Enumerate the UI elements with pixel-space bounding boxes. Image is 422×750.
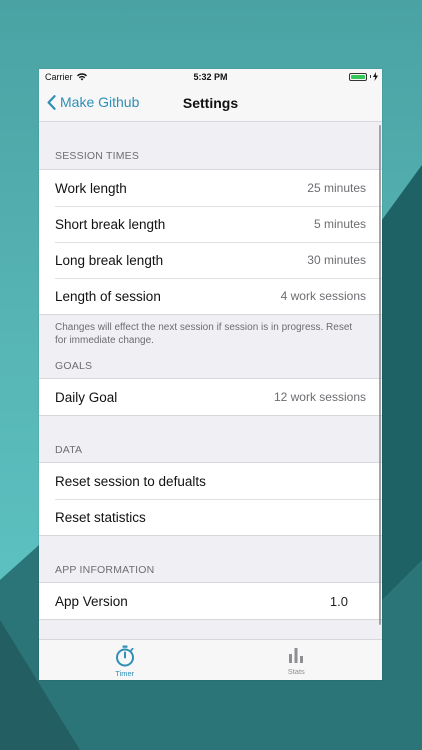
battery-icon: [349, 72, 367, 81]
app-store-background: Carrier 5:32 PM Make Github Settings SES…: [0, 0, 422, 750]
section-header-goals: GOALS: [55, 360, 93, 372]
tab-label: Timer: [115, 669, 135, 678]
row-label: Reset session to defualts: [55, 473, 206, 489]
row-label: Length of session: [55, 288, 161, 304]
row-label: App Version: [55, 593, 128, 609]
bar-chart-icon: [289, 648, 304, 663]
row-value: 5 minutes: [313, 217, 366, 231]
reset-session-defaults-row[interactable]: Reset session to defualts: [39, 463, 382, 499]
tab-stats[interactable]: Stats: [211, 640, 383, 680]
status-bar: Carrier 5:32 PM: [39, 69, 382, 85]
row-value: 30 minutes: [307, 253, 366, 267]
phone-screen: Carrier 5:32 PM Make Github Settings SES…: [39, 69, 382, 680]
row-value: 1.0: [329, 593, 348, 609]
stopwatch-icon: [115, 645, 134, 667]
status-right: [349, 72, 378, 81]
page-title: Settings: [182, 95, 239, 111]
tab-label: Stats: [287, 667, 305, 676]
reset-statistics-row[interactable]: Reset statistics: [39, 499, 382, 535]
row-label: Long break length: [55, 252, 164, 268]
app-version-row[interactable]: App Version 1.0: [39, 583, 382, 619]
navigation-bar: Make Github Settings: [39, 85, 382, 122]
row-label: Work length: [55, 180, 127, 196]
status-time: 5:32 PM: [193, 72, 228, 82]
section-footer-session-times: Changes will effect the next session if …: [55, 322, 353, 346]
row-value: 12 work sessions: [273, 390, 366, 404]
charging-bolt-icon: [373, 72, 378, 81]
tab-bar: Timer Stats: [39, 639, 382, 680]
row-value: 25 minutes: [307, 181, 366, 195]
goals-group: Daily Goal 12 work sessions: [39, 378, 382, 416]
short-break-length-row[interactable]: Short break length 5 minutes: [39, 206, 382, 242]
settings-list[interactable]: SESSION TIMES Work length 25 minutes Sho…: [39, 122, 382, 639]
daily-goal-row[interactable]: Daily Goal 12 work sessions: [39, 379, 382, 415]
row-label: Reset statistics: [55, 509, 146, 525]
app-information-group: App Version 1.0: [39, 582, 382, 620]
long-break-length-row[interactable]: Long break length 30 minutes: [39, 242, 382, 278]
section-header-app-information: APP INFORMATION: [55, 564, 155, 576]
row-value: 4 work sessions: [280, 289, 366, 303]
vertical-scrollbar[interactable]: [378, 125, 381, 625]
data-group: Reset session to defualts Reset statisti…: [39, 462, 382, 536]
work-length-row[interactable]: Work length 25 minutes: [39, 170, 382, 206]
session-times-group: Work length 25 minutes Short break lengt…: [39, 169, 382, 315]
row-label: Daily Goal: [55, 389, 118, 405]
tab-timer[interactable]: Timer: [39, 640, 211, 680]
length-of-session-row[interactable]: Length of session 4 work sessions: [39, 278, 382, 314]
row-label: Short break length: [55, 216, 166, 232]
section-header-data: DATA: [55, 444, 83, 456]
section-header-session-times: SESSION TIMES: [55, 150, 140, 162]
